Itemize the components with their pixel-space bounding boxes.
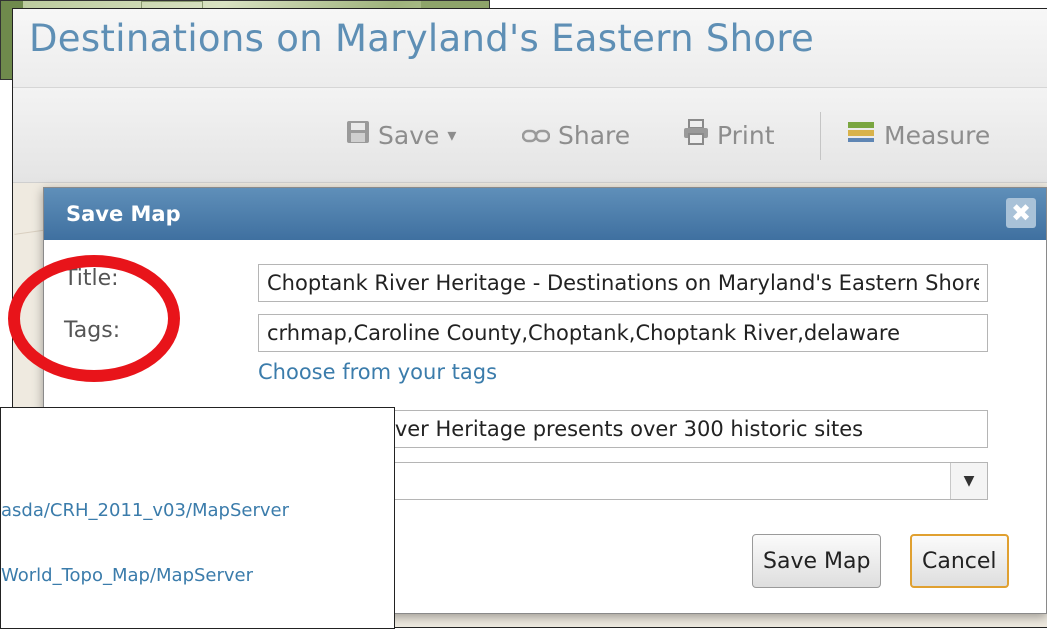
tags-input[interactable] <box>258 314 988 352</box>
toolbar: Save ▾ Share Print Measure <box>13 88 1047 183</box>
print-icon <box>683 119 709 151</box>
annotation-highlight-circle <box>8 255 180 382</box>
layer-urls-panel: asda/CRH_2011_v03/MapServer World_Topo_M… <box>0 407 395 629</box>
close-icon[interactable]: ✖ <box>1006 198 1036 228</box>
share-button[interactable]: Share <box>521 118 631 152</box>
layer-url-link[interactable]: World_Topo_Map/MapServer <box>1 565 253 586</box>
measure-label: Measure <box>884 120 991 150</box>
choose-tags-link[interactable]: Choose from your tags <box>258 360 497 384</box>
chevron-down-icon: ▾ <box>447 124 457 146</box>
measure-icon <box>846 120 876 150</box>
title-bar: Destinations on Maryland's Eastern Shore <box>13 9 1047 88</box>
dialog-title: Save Map <box>66 202 181 226</box>
share-label: Share <box>558 120 631 150</box>
share-link-icon <box>521 121 551 150</box>
toolbar-divider <box>820 112 821 160</box>
save-map-button[interactable]: Save Map <box>752 534 882 588</box>
layer-url-link[interactable]: asda/CRH_2011_v03/MapServer <box>1 500 289 521</box>
cancel-button[interactable]: Cancel <box>910 534 1009 588</box>
measure-button[interactable]: Measure <box>846 118 990 152</box>
save-label: Save <box>378 120 440 150</box>
page-title: Destinations on Maryland's Eastern Shore <box>29 17 815 60</box>
dialog-header: Save Map ✖ <box>44 188 1046 240</box>
print-button[interactable]: Print <box>683 118 775 152</box>
dropdown-arrow-icon[interactable]: ▼ <box>950 463 987 499</box>
save-icon <box>346 120 370 150</box>
print-label: Print <box>717 120 775 150</box>
title-input[interactable] <box>258 264 988 302</box>
save-button[interactable]: Save ▾ <box>346 118 456 152</box>
